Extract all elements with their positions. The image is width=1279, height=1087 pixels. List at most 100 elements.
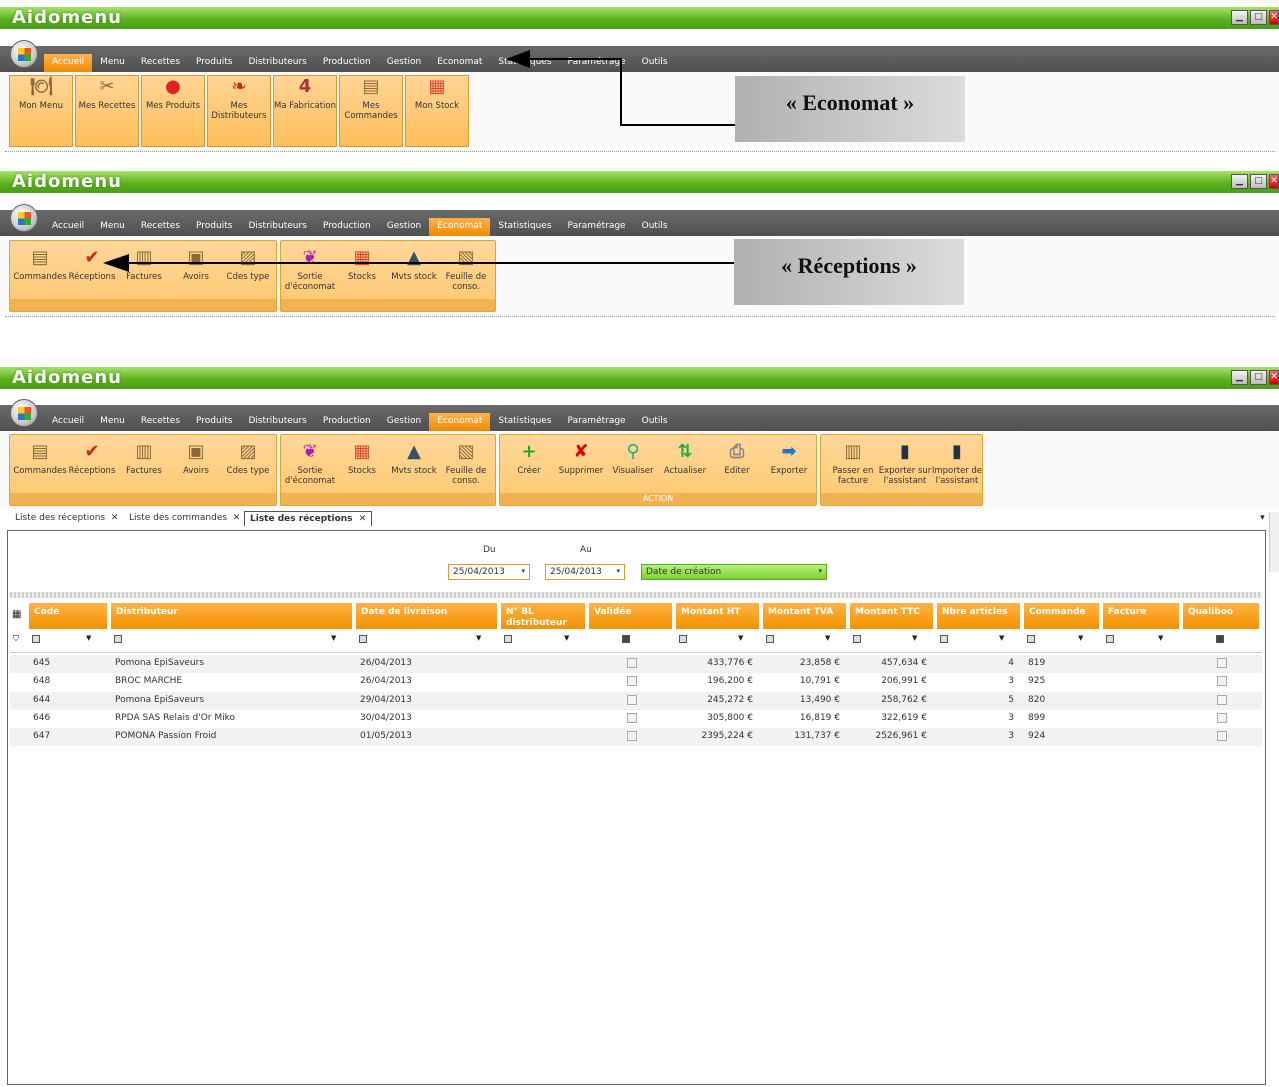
- tab-economat[interactable]: Economat: [429, 413, 491, 431]
- minimize-button[interactable]: ▁: [1231, 10, 1248, 25]
- tab-produits[interactable]: Produits: [188, 54, 240, 72]
- app-logo-icon[interactable]: [10, 204, 38, 232]
- sortie-d-économat-button[interactable]: ❦ Sortie d'économat: [283, 247, 337, 297]
- stocks-button[interactable]: ▦ Stocks: [335, 247, 389, 297]
- close-button[interactable]: ✕: [1269, 10, 1279, 25]
- tab-production[interactable]: Production: [315, 413, 379, 431]
- maximize-button[interactable]: □: [1250, 370, 1267, 385]
- column-header-4[interactable]: Validée: [589, 603, 674, 629]
- filter-icon[interactable]: ⛉: [13, 634, 19, 644]
- avoirs-button[interactable]: ▣ Avoirs: [168, 441, 224, 491]
- mvts-stock-button[interactable]: ▲ Mvts stock: [387, 247, 441, 297]
- column-filter-6[interactable]: ▼: [766, 634, 830, 643]
- tab-production[interactable]: Production: [315, 218, 379, 236]
- tab-gestion[interactable]: Gestion: [379, 54, 429, 72]
- qualiboo-checkbox[interactable]: [1217, 712, 1227, 723]
- ma-fabrication-button[interactable]: 4 Ma Fabrication: [273, 75, 337, 147]
- table-row[interactable]: 647 POMONA Passion Froid 01/05/2013 2395,22…: [10, 728, 1262, 747]
- mes-produits-button[interactable]: ● Mes Produits: [141, 75, 205, 147]
- minimize-button[interactable]: ▁: [1231, 370, 1248, 385]
- tab-accueil[interactable]: Accueil: [44, 54, 93, 72]
- side-scrollbar[interactable]: [1269, 512, 1279, 572]
- créer-button[interactable]: + Créer: [502, 441, 556, 491]
- maximize-button[interactable]: □: [1250, 10, 1267, 25]
- stocks-button[interactable]: ▦ Stocks: [335, 441, 389, 491]
- validated-checkbox[interactable]: [626, 731, 637, 742]
- tab-accueil[interactable]: Accueil: [44, 218, 92, 236]
- column-filter-1[interactable]: ▼: [114, 634, 336, 643]
- factures-button[interactable]: ▥ Factures: [116, 441, 172, 491]
- tab-accueil[interactable]: Accueil: [44, 413, 92, 431]
- close-button[interactable]: ✕: [1269, 370, 1279, 385]
- doc-tab-receptions-active[interactable]: Liste des réceptions ✕: [244, 511, 373, 526]
- validated-checkbox[interactable]: [626, 676, 637, 687]
- column-filter-3[interactable]: ▼: [504, 634, 569, 643]
- qualiboo-checkbox[interactable]: [1217, 731, 1227, 742]
- date-from-input[interactable]: 25/04/2013 ▾: [448, 564, 530, 580]
- commandes-button[interactable]: ▤ Commandes: [12, 441, 68, 491]
- tab-outils[interactable]: Outils: [634, 218, 676, 236]
- validated-checkbox[interactable]: [626, 712, 637, 723]
- column-filter-4[interactable]: [592, 634, 630, 643]
- tab-recettes[interactable]: Recettes: [133, 413, 188, 431]
- tab-economat[interactable]: Economat: [429, 54, 490, 72]
- mon-menu-button[interactable]: 🍽 Mon Menu: [9, 75, 73, 147]
- feuille-de-conso--button[interactable]: ▧ Feuille de conso.: [439, 247, 493, 297]
- column-filter-11[interactable]: [1186, 634, 1224, 643]
- column-header-10[interactable]: Facture: [1103, 603, 1181, 629]
- tab-paramtrage[interactable]: Paramétrage: [560, 54, 634, 72]
- validated-checkbox[interactable]: [626, 694, 637, 705]
- column-header-7[interactable]: Montant TTC: [850, 603, 935, 629]
- visualiser-button[interactable]: ⚲ Visualiser: [606, 441, 660, 491]
- column-header-9[interactable]: Commande: [1024, 603, 1101, 629]
- tab-menu[interactable]: Menu: [92, 218, 133, 236]
- actualiser-button[interactable]: ⇅ Actualiser: [658, 441, 712, 491]
- column-header-6[interactable]: Montant TVA: [763, 603, 848, 629]
- column-filter-9[interactable]: ▼: [1027, 634, 1083, 643]
- table-row[interactable]: 644 Pomona EpiSaveurs 29/04/2013 245,272 € 1…: [10, 691, 1262, 710]
- tab-paramtrage[interactable]: Paramétrage: [560, 218, 634, 236]
- tab-produits[interactable]: Produits: [188, 218, 240, 236]
- doc-tab-commandes[interactable]: Liste des commandes ✕: [129, 513, 240, 523]
- doc-tab-receptions[interactable]: Liste des réceptions ✕: [15, 513, 118, 523]
- mon-stock-button[interactable]: ▦ Mon Stock: [405, 75, 469, 147]
- importer-de-l-assistant-button[interactable]: ▮ Importer de l'assistant: [929, 441, 985, 491]
- sortie-d-économat-button[interactable]: ❦ Sortie d'économat: [283, 441, 337, 491]
- qualiboo-checkbox[interactable]: [1217, 658, 1227, 668]
- feuille-de-conso--button[interactable]: ▧ Feuille de conso.: [439, 441, 493, 491]
- mes-recettes-button[interactable]: ✂ Mes Recettes: [75, 75, 139, 147]
- tab-paramtrage[interactable]: Paramétrage: [560, 413, 634, 431]
- tab-recettes[interactable]: Recettes: [133, 218, 188, 236]
- app-logo-icon[interactable]: [10, 399, 38, 427]
- mes-commandes-button[interactable]: ▤ Mes Commandes: [339, 75, 403, 147]
- réceptions-button[interactable]: ✔ Réceptions: [64, 441, 120, 491]
- table-row[interactable]: 646 RPDA SAS Relais d'Or Miko 30/04/2013 30…: [10, 709, 1262, 728]
- tab-economat[interactable]: Economat: [429, 218, 491, 236]
- tab-produits[interactable]: Produits: [188, 413, 240, 431]
- tab-gestion[interactable]: Gestion: [379, 413, 429, 431]
- tab-statistiques[interactable]: Statistiques: [490, 218, 559, 236]
- tab-distributeurs[interactable]: Distributeurs: [240, 54, 314, 72]
- column-filter-5[interactable]: ▼: [679, 634, 743, 643]
- exporter-button[interactable]: ➡ Exporter: [762, 441, 816, 491]
- column-header-8[interactable]: Nbre articles: [937, 603, 1022, 629]
- app-logo-icon[interactable]: [10, 40, 38, 68]
- mes-distributeurs-button[interactable]: ❧ Mes Distributeurs: [207, 75, 271, 147]
- column-header-3[interactable]: N° BL distributeur: [501, 603, 587, 629]
- tab-production[interactable]: Production: [315, 54, 379, 72]
- validated-checkbox[interactable]: [626, 658, 637, 668]
- column-header-1[interactable]: Distributeur: [111, 603, 354, 629]
- column-filter-7[interactable]: ▼: [853, 634, 917, 643]
- tab-statistiques[interactable]: Statistiques: [490, 413, 559, 431]
- date-type-select[interactable]: Date de création ▾: [641, 564, 827, 580]
- tab-distributeurs[interactable]: Distributeurs: [240, 413, 314, 431]
- commandes-button[interactable]: ▤ Commandes: [12, 247, 68, 297]
- close-button[interactable]: ✕: [1269, 174, 1279, 189]
- column-header-11[interactable]: Qualiboo: [1183, 603, 1261, 629]
- avoirs-button[interactable]: ▣ Avoirs: [168, 247, 224, 297]
- tab-menu[interactable]: Menu: [92, 54, 133, 72]
- column-filter-2[interactable]: ▼: [359, 634, 481, 643]
- cdes-type-button[interactable]: ▨ Cdes type: [220, 441, 276, 491]
- exporter-sur-l-assistant-button[interactable]: ▮ Exporter sur l'assistant: [877, 441, 933, 491]
- date-to-input[interactable]: 25/04/2013 ▾: [545, 564, 625, 580]
